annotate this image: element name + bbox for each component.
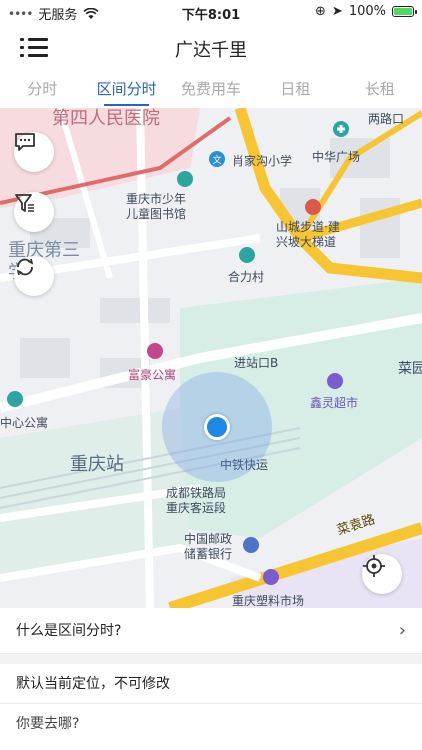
- hospital-icon: [333, 121, 349, 137]
- destination-placeholder: 你要去哪?: [16, 716, 80, 732]
- location-arrow-icon: ➤: [331, 4, 343, 19]
- tab-fenshi[interactable]: 分时: [0, 70, 84, 108]
- start-location-row: 默认当前定位，不可修改: [0, 664, 422, 704]
- map-label-plastic-market: 重庆塑料市场: [232, 594, 305, 608]
- tab-daily-rent[interactable]: 日租: [253, 70, 337, 108]
- svg-text:文: 文: [212, 154, 221, 166]
- map-label-children-library: 重庆市少年 儿童图书馆: [126, 192, 187, 221]
- navigation-bar: 广达千里: [0, 26, 422, 70]
- locate-button[interactable]: [362, 554, 402, 594]
- map-label-lianglukou: 两路口: [368, 112, 405, 126]
- library-icon: [177, 171, 193, 187]
- tab-qujian-fenshi[interactable]: 区间分时: [84, 70, 168, 108]
- map-label-heli-village: 合力村: [228, 270, 265, 284]
- what-is-qujian-row[interactable]: 什么是区间分时? ›: [0, 608, 422, 654]
- status-bar: •••• 无服务 下午8:01 ⊕ ➤ 100%: [0, 0, 422, 26]
- map-view[interactable]: 第四人民医院 两路口 肖家沟小学 中华广场 重庆市少年 儿童图书馆 山城步道·建…: [0, 108, 422, 608]
- refresh-button[interactable]: [14, 256, 54, 296]
- landmark-icon: [305, 199, 321, 215]
- message-button[interactable]: [14, 132, 54, 172]
- what-is-qujian-label: 什么是区间分时?: [16, 623, 122, 639]
- map-label-entrance-b: 进站口B: [234, 356, 279, 370]
- village-icon: [239, 247, 255, 263]
- apartment-icon: [147, 343, 163, 359]
- page-title: 广达千里: [175, 40, 247, 61]
- destination-input-row[interactable]: 你要去哪?: [0, 704, 422, 750]
- filter-icon: [15, 194, 34, 212]
- tab-free-car[interactable]: 免费用车: [169, 70, 253, 108]
- market-icon: [263, 569, 279, 585]
- bottom-panel: 什么是区间分时? › 默认当前定位，不可修改 你要去哪?: [0, 608, 422, 750]
- map-label-zhonghua-square: 中华广场: [312, 150, 361, 164]
- map-label-chengdu-railway: 成都铁路局 重庆客运段: [166, 486, 227, 515]
- map-label-xinling-market: 鑫灵超市: [310, 396, 359, 410]
- map-label-center-apartment: 中心公寓: [0, 416, 49, 430]
- building-icon: [7, 391, 23, 407]
- section-divider: [0, 654, 422, 664]
- crosshair-icon: [363, 555, 385, 577]
- status-right: ⊕ ➤ 100%: [315, 4, 417, 19]
- bank-icon: [243, 537, 259, 553]
- message-icon: [15, 133, 35, 151]
- refresh-icon: [16, 258, 34, 276]
- map-label-fuhao-apartment: 富豪公寓: [128, 368, 177, 382]
- battery-icon: [392, 6, 417, 17]
- school-icon: 文: [209, 151, 225, 167]
- map-label-hospital: 第四人民医院: [52, 108, 160, 129]
- map-label-xiaojiagou-school: 肖家沟小学: [232, 154, 293, 168]
- chevron-right-icon: ›: [398, 620, 406, 641]
- map-label-shancheng-steps: 山城步道·建 兴坡大梯道: [276, 220, 340, 249]
- start-location-text: 默认当前定位，不可修改: [16, 676, 170, 692]
- tab-bar: 分时 区间分时 免费用车 日租 长租: [0, 70, 422, 108]
- map-label-chongqing-station: 重庆站: [70, 454, 124, 475]
- battery-percent: 100%: [348, 4, 386, 19]
- filter-button[interactable]: [14, 192, 54, 232]
- map-label-caiyuan: 菜园: [398, 361, 422, 377]
- current-location-marker: [204, 414, 230, 440]
- map-label-postal-bank: 中国邮政 储蓄银行: [184, 532, 233, 561]
- rotation-lock-icon: ⊕: [315, 4, 326, 19]
- tab-long-rent[interactable]: 长租: [338, 70, 422, 108]
- supermarket-icon: [327, 373, 343, 389]
